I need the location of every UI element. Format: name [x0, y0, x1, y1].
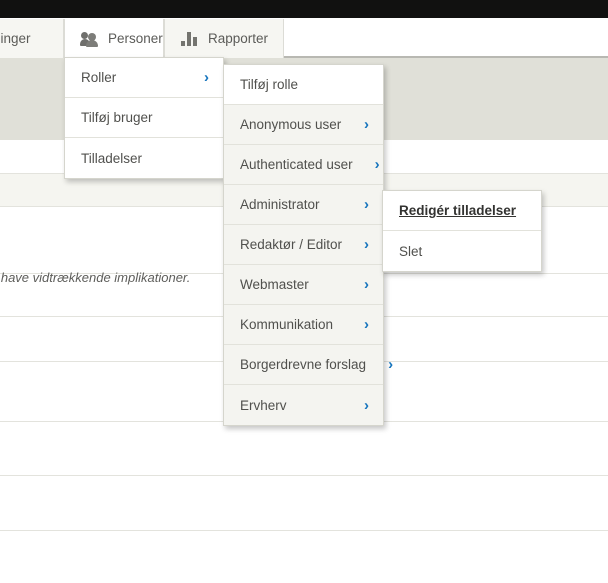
chevron-right-icon: ›	[364, 277, 369, 292]
menu-item-label: Roller	[81, 70, 116, 85]
menu-item-webmaster[interactable]: Webmaster ›	[224, 265, 383, 305]
tab-rapporter[interactable]: Rapporter	[164, 19, 284, 58]
menu-item-slet[interactable]: Slet	[383, 231, 541, 271]
tab-label: Rapporter	[208, 31, 268, 46]
chevron-right-icon: ›	[364, 317, 369, 332]
menu-item-label: Administrator	[240, 197, 320, 212]
menu-item-redaktoer-editor[interactable]: Redaktør / Editor ›	[224, 225, 383, 265]
menu-item-tilfoej-rolle[interactable]: Tilføj rolle	[224, 65, 383, 105]
menu-item-label: Webmaster	[240, 277, 309, 292]
menu-item-ervherv[interactable]: Ervherv ›	[224, 385, 383, 425]
tab-label: stillinger	[0, 31, 31, 46]
menu-item-label: Tilføj rolle	[240, 77, 298, 92]
chevron-right-icon: ›	[364, 398, 369, 413]
tab-personer[interactable]: Personer	[64, 19, 164, 58]
menu-item-label: Redigér tilladelser	[399, 203, 516, 218]
tab-label: Personer	[108, 31, 163, 46]
top-black-bar	[0, 0, 608, 18]
chevron-right-icon: ›	[364, 237, 369, 252]
menu-item-label: Redaktør / Editor	[240, 237, 342, 252]
menu-item-kommunikation[interactable]: Kommunikation ›	[224, 305, 383, 345]
rolle-handlinger-submenu: Redigér tilladelser Slet	[382, 190, 542, 272]
menu-item-administrator[interactable]: Administrator ›	[224, 185, 383, 225]
menu-item-redigeer-tilladelser[interactable]: Redigér tilladelser	[383, 191, 541, 231]
personer-menu: Roller › Tilføj bruger Tilladelser	[64, 57, 224, 179]
chevron-right-icon: ›	[364, 197, 369, 212]
menu-item-label: Ervherv	[240, 398, 287, 413]
chevron-right-icon: ›	[364, 117, 369, 132]
background-note: Ændringer af roller kan have vidtrækkend…	[0, 270, 190, 285]
menu-item-label: Tilføj bruger	[81, 110, 153, 125]
menu-item-tilfoej-bruger[interactable]: Tilføj bruger	[65, 98, 223, 138]
menu-item-label: Kommunikation	[240, 317, 333, 332]
row-separator	[0, 475, 608, 476]
chevron-right-icon: ›	[204, 70, 209, 85]
tab-indstillinger[interactable]: stillinger	[0, 19, 64, 58]
menu-item-label: Authenticated user	[240, 157, 353, 172]
chevron-right-icon: ›	[388, 357, 393, 372]
users-icon	[81, 31, 98, 46]
menu-item-authenticated-user[interactable]: Authenticated user ›	[224, 145, 383, 185]
menu-item-label: Slet	[399, 244, 422, 259]
menu-item-label: Tilladelser	[81, 151, 142, 166]
menu-item-borgerdrevne-forslag[interactable]: Borgerdrevne forslag ›	[224, 345, 383, 385]
roller-submenu: Tilføj rolle Anonymous user › Authentica…	[223, 64, 384, 426]
menu-item-tilladelser[interactable]: Tilladelser	[65, 138, 223, 178]
page-root: Ændringer af roller kan have vidtrækkend…	[0, 0, 608, 583]
row-separator	[0, 530, 608, 531]
menu-item-anonymous-user[interactable]: Anonymous user ›	[224, 105, 383, 145]
menu-item-label: Borgerdrevne forslag	[240, 357, 366, 372]
chevron-right-icon: ›	[375, 157, 380, 172]
menu-item-roller[interactable]: Roller ›	[65, 58, 223, 98]
menu-item-label: Anonymous user	[240, 117, 341, 132]
bar-chart-icon	[181, 32, 198, 46]
